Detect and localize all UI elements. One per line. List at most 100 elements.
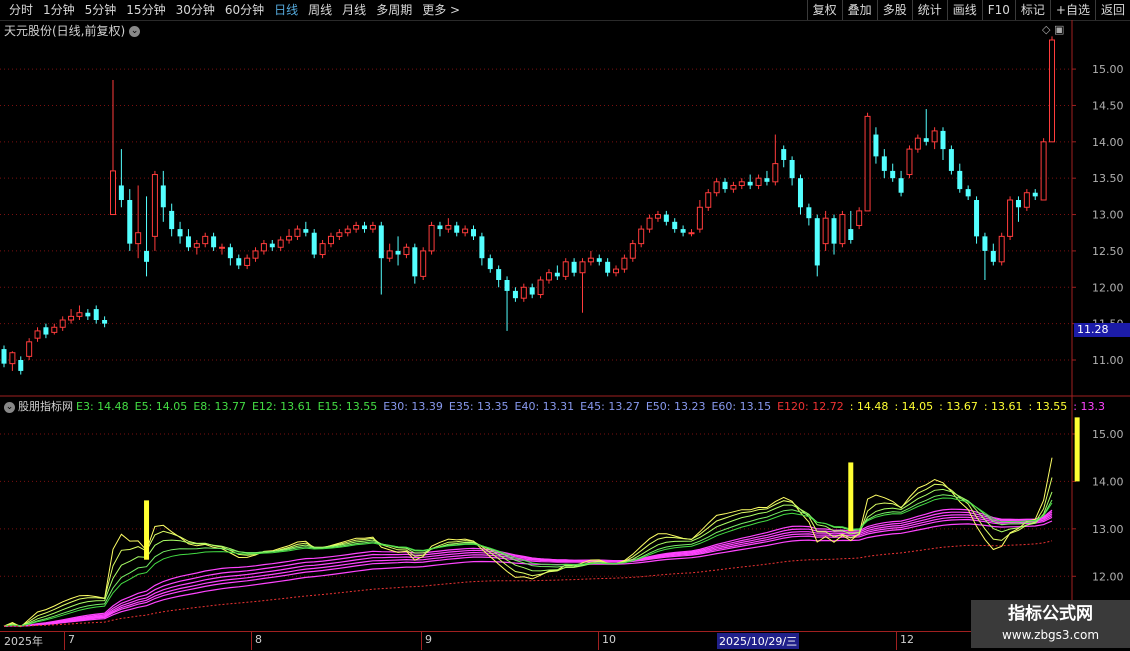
candle-body (1049, 39, 1055, 143)
candle-body (9, 352, 16, 365)
candle-body (738, 181, 745, 186)
candle-body (998, 235, 1005, 263)
candle-body (311, 232, 317, 255)
candle-body (420, 250, 427, 277)
candle-body (319, 243, 326, 256)
x-tick-mark (251, 632, 252, 650)
candle-body (512, 290, 518, 299)
y-tick-label: 13.00 (1092, 523, 1124, 536)
candle-body (286, 235, 293, 241)
candle-body (948, 149, 954, 171)
candle-body (236, 258, 242, 266)
candle-body (244, 257, 251, 266)
candle-body (269, 243, 275, 248)
indicator-value-14: : 13.67 (939, 400, 978, 413)
candle-body (931, 130, 938, 143)
ema-slow-line (3, 508, 1053, 627)
y-tick-label: 14.00 (1092, 136, 1124, 149)
cursor-date: 2025/10/29/三 (717, 633, 800, 649)
signal-bar (144, 500, 150, 560)
candle-body (303, 229, 309, 233)
indicator-value-4: E15: 13.55 (317, 400, 378, 413)
watermark-title: 指标公式网 (1008, 604, 1093, 624)
kline-chart[interactable]: 15.0014.5014.0013.5013.0012.5012.0011.50… (0, 0, 1130, 631)
indicator-value-10: E60: 13.15 (711, 400, 772, 413)
candle-body (806, 207, 812, 219)
candle-body (252, 250, 259, 259)
candle-body (59, 319, 66, 328)
candle-body (705, 192, 712, 208)
indicator-value-12: : 14.48 (849, 400, 889, 413)
candle-body (906, 148, 913, 176)
candle-body (403, 246, 410, 256)
candle-body (277, 239, 284, 248)
y-tick-label: 13.00 (1092, 209, 1124, 222)
candle-body (848, 229, 854, 240)
candle-body (1032, 192, 1038, 197)
candle-body (160, 185, 166, 208)
candle-body (34, 330, 41, 339)
candle-body (797, 178, 803, 208)
candle-body (127, 200, 133, 244)
watermark: 指标公式网 www.zbgs3.com (971, 600, 1130, 648)
candle-body (227, 247, 233, 259)
indicator-value-2: E8: 13.77 (193, 400, 246, 413)
candle-body (193, 243, 200, 248)
candle-body (722, 181, 728, 190)
y-tick-label: 15.00 (1092, 428, 1124, 441)
y-tick-label: 14.50 (1092, 99, 1124, 112)
candle-body (151, 174, 158, 237)
candle-body (680, 229, 686, 233)
candle-body (386, 250, 393, 259)
candle-body (890, 170, 896, 179)
indicator-value-16: : 13.55 (1028, 400, 1068, 413)
candle-body (218, 246, 225, 249)
candle-body (85, 312, 91, 317)
candle-body (822, 217, 829, 245)
candle-body (412, 247, 418, 277)
x-tick-label: 12 (900, 633, 914, 646)
candle-body (1, 349, 7, 364)
indicator-value-0: E3: 14.48 (76, 400, 129, 413)
candle-body (135, 232, 142, 245)
candle-body (814, 218, 820, 266)
candle-body (1040, 141, 1047, 201)
ema-fast-line (3, 497, 1053, 627)
x-tick-mark (421, 632, 422, 650)
candle-body (990, 250, 996, 262)
y-tick-label: 14.00 (1092, 475, 1124, 488)
candle-body (571, 261, 577, 273)
candle-body (839, 214, 846, 245)
candle-body (629, 243, 636, 259)
indicator-value-1: E5: 14.05 (134, 400, 188, 413)
chevron-down-icon[interactable]: ⌄ (4, 401, 15, 413)
candle-body (327, 235, 334, 245)
x-tick-mark (64, 632, 65, 650)
x-tick-mark (598, 632, 599, 650)
indicator-value-5: E30: 13.39 (383, 400, 443, 413)
indicator-value-17: : 13.3 (1073, 400, 1105, 413)
signal-bar (848, 462, 854, 532)
candle-body (537, 279, 544, 296)
y-tick-label: 12.00 (1092, 281, 1124, 294)
candle-body (831, 218, 837, 244)
candle-body (177, 229, 183, 237)
candle-body (51, 326, 58, 333)
candle-body (688, 232, 695, 235)
candle-body (185, 236, 191, 248)
candle-body (873, 134, 879, 157)
candle-body (982, 236, 988, 251)
candle-body (471, 229, 477, 237)
candle-body (211, 236, 217, 248)
candle-body (554, 272, 560, 277)
candle-body (957, 170, 963, 190)
candle-body (202, 235, 209, 245)
indicator-name: 股朋指标网 (18, 400, 73, 413)
x-tick-label: 2025年 (4, 635, 43, 648)
x-tick-label: 8 (255, 633, 262, 646)
candle-body (772, 163, 779, 183)
candle-body (378, 225, 384, 259)
indicator-value-15: : 13.61 (983, 400, 1023, 413)
candle-body (93, 309, 99, 320)
candle-body (520, 286, 527, 299)
